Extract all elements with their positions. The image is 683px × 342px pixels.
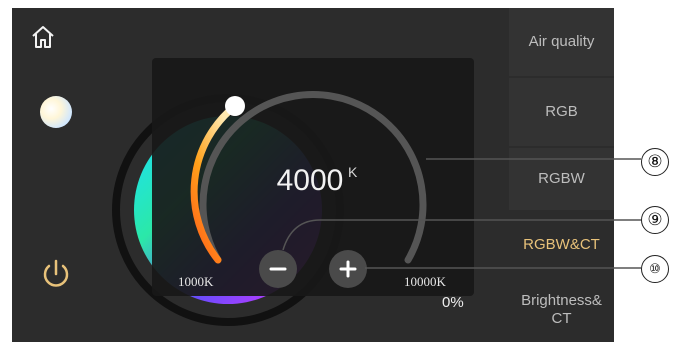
- sidebar-item-rgb[interactable]: RGB: [509, 78, 614, 146]
- increase-button[interactable]: [329, 250, 367, 288]
- slider-handle[interactable]: [225, 96, 245, 116]
- mode-sidebar: Air quality RGB RGBW RGBW&CT Brightness&…: [509, 8, 614, 342]
- callout-8: ⑧: [641, 148, 669, 176]
- color-mode-icon[interactable]: [40, 96, 72, 128]
- color-temperature-unit: K: [348, 164, 358, 180]
- max-temperature-label: 10000K: [404, 274, 446, 289]
- plus-icon: [339, 260, 357, 278]
- sidebar-item-brightness-ct[interactable]: Brightness& CT: [509, 278, 614, 342]
- color-temperature-value: 4000: [276, 164, 344, 197]
- sidebar-item-rgbw[interactable]: RGBW: [509, 148, 614, 210]
- decrease-button[interactable]: [259, 250, 297, 288]
- app-screen: Air quality RGB RGBW RGBW&CT Brightness&…: [12, 8, 614, 342]
- power-button[interactable]: [38, 256, 74, 292]
- color-temperature-dialog: 4000 K 1000K 10000K: [152, 58, 474, 296]
- callout-9: ⑨: [641, 206, 669, 234]
- sidebar-item-air-quality[interactable]: Air quality: [509, 8, 614, 76]
- home-icon: [32, 26, 54, 48]
- power-icon: [43, 259, 69, 287]
- brightness-percent: 0%: [442, 294, 464, 311]
- home-button[interactable]: [28, 22, 58, 52]
- callout-10: ⑩: [641, 255, 669, 283]
- sidebar-item-rgbw-ct[interactable]: RGBW&CT: [509, 214, 614, 276]
- minus-icon: [269, 267, 287, 271]
- min-temperature-label: 1000K: [178, 274, 214, 289]
